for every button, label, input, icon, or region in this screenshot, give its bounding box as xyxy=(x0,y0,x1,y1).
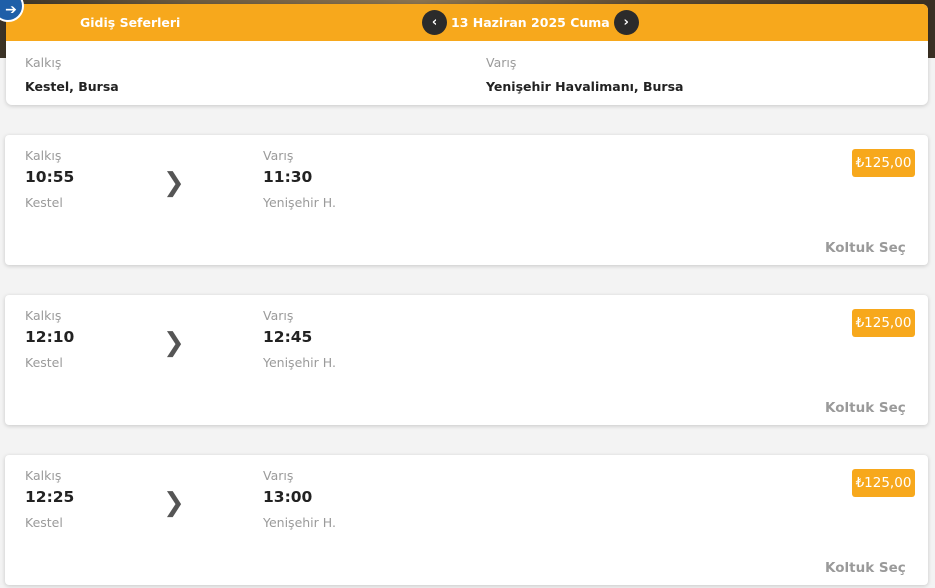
departure-time: 12:25 xyxy=(25,488,75,506)
date-navigator: ‹ 13 Haziran 2025 Cuma › xyxy=(422,10,639,35)
section-title: Gidiş Seferleri xyxy=(80,15,181,30)
select-seat-button[interactable]: Koltuk Seç xyxy=(825,400,906,416)
departure-stop: Kestel xyxy=(25,515,63,530)
arrival-label: Varış xyxy=(263,148,294,163)
route-arrival: Varış Yenişehir Havalimanı, Bursa xyxy=(486,55,683,94)
arrival-time: 13:00 xyxy=(263,488,313,506)
trip-departure: Kalkış 12:25 Kestel xyxy=(25,468,74,530)
price-badge: ₺125,00 xyxy=(852,309,915,337)
departure-time: 10:55 xyxy=(25,168,75,186)
trip-card[interactable]: Kalkış 10:55 Kestel ❯ Varış 11:30 Yenişe… xyxy=(5,135,928,265)
trip-departure: Kalkış 12:10 Kestel xyxy=(25,308,74,370)
route-header-bar: Gidiş Seferleri ‹ 13 Haziran 2025 Cuma › xyxy=(6,4,928,41)
trip-card[interactable]: Kalkış 12:10 Kestel ❯ Varış 12:45 Yenişe… xyxy=(5,295,928,425)
departure-stop: Kestel xyxy=(25,355,63,370)
route-summary-card: Gidiş Seferleri ‹ 13 Haziran 2025 Cuma ›… xyxy=(6,4,928,105)
arrival-stop: Yenişehir H. xyxy=(263,195,336,210)
select-seat-button[interactable]: Koltuk Seç xyxy=(825,560,906,576)
arrival-label: Varış xyxy=(263,468,294,483)
trip-departure: Kalkış 10:55 Kestel xyxy=(25,148,74,210)
chevron-right-icon: ❯ xyxy=(163,328,185,358)
arrival-value: Yenişehir Havalimanı, Bursa xyxy=(486,79,684,94)
price-badge: ₺125,00 xyxy=(852,469,915,497)
trip-arrival: Varış 11:30 Yenişehir H. xyxy=(263,148,336,210)
trip-card[interactable]: Kalkış 12:25 Kestel ❯ Varış 13:00 Yenişe… xyxy=(5,455,928,585)
departure-value: Kestel, Bursa xyxy=(25,79,119,94)
chevron-left-icon[interactable]: ‹ xyxy=(422,10,447,35)
departure-time: 12:10 xyxy=(25,328,75,346)
arrival-time: 12:45 xyxy=(263,328,313,346)
departure-stop: Kestel xyxy=(25,195,63,210)
route-body: Kalkış Kestel, Bursa Varış Yenişehir Hav… xyxy=(6,41,928,105)
departure-label: Kalkış xyxy=(25,55,62,70)
selected-date: 13 Haziran 2025 Cuma xyxy=(451,15,610,30)
arrival-label: Varış xyxy=(263,308,294,323)
trip-arrival: Varış 12:45 Yenişehir H. xyxy=(263,308,336,370)
arrival-stop: Yenişehir H. xyxy=(263,355,336,370)
arrival-time: 11:30 xyxy=(263,168,313,186)
select-seat-button[interactable]: Koltuk Seç xyxy=(825,240,906,256)
departure-label: Kalkış xyxy=(25,468,62,483)
departure-label: Kalkış xyxy=(25,148,62,163)
route-departure: Kalkış Kestel, Bursa xyxy=(25,55,119,94)
price-badge: ₺125,00 xyxy=(852,149,915,177)
arrival-label: Varış xyxy=(486,55,517,70)
chevron-right-icon: ❯ xyxy=(163,168,185,198)
arrival-stop: Yenişehir H. xyxy=(263,515,336,530)
chevron-right-icon: ❯ xyxy=(163,488,185,518)
chevron-right-icon[interactable]: › xyxy=(613,10,639,35)
departure-label: Kalkış xyxy=(25,308,62,323)
trip-arrival: Varış 13:00 Yenişehir H. xyxy=(263,468,336,530)
